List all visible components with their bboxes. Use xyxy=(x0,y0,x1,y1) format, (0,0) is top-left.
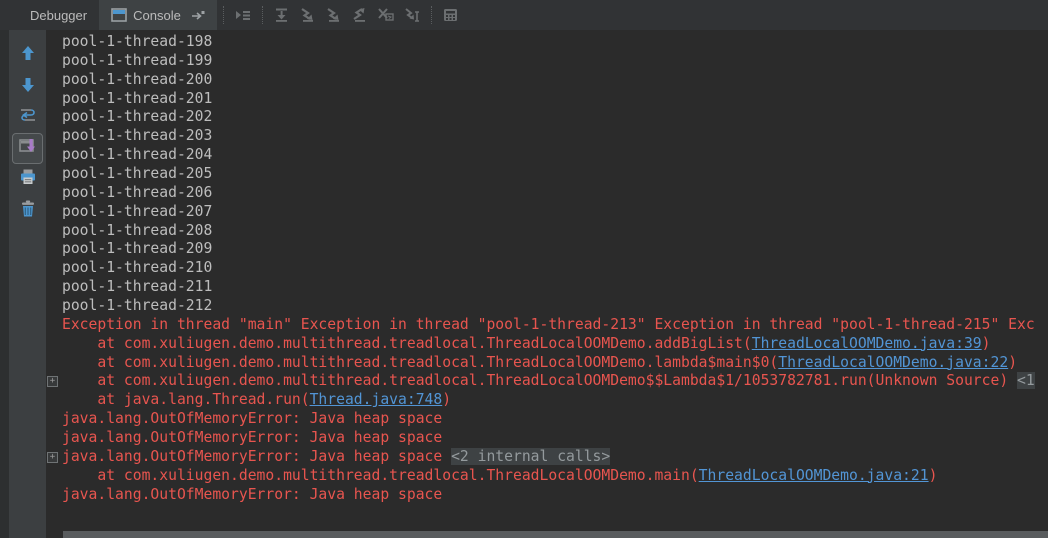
up-the-stack-trace-button[interactable] xyxy=(12,40,43,71)
console-line: at com.xuliugen.demo.multithread.treadlo… xyxy=(46,467,1048,486)
console-line: pool-1-thread-208 xyxy=(46,222,1048,241)
console-line: pool-1-thread-204 xyxy=(46,146,1048,165)
console-text: java.lang.OutOfMemoryError: Java heap sp… xyxy=(62,410,443,428)
console-text: at com.xuliugen.demo.multithread.treadlo… xyxy=(62,372,1018,390)
console-line: pool-1-thread-211 xyxy=(46,278,1048,297)
toolbar-separator xyxy=(222,6,224,24)
console-text: pool-1-thread-205 xyxy=(62,165,213,183)
fold-marker-icon[interactable]: + xyxy=(47,451,58,463)
console-panel[interactable]: pool-1-thread-198 pool-1-thread-199 pool-1… xyxy=(46,30,1048,538)
console-line: + java.lang.OutOfMemoryError: Java heap s… xyxy=(46,447,1048,467)
console-line: Exception in thread "main" Exception in … xyxy=(46,316,1048,335)
console-line: + at com.xuliugen.demo.multithread.tread… xyxy=(46,372,1048,391)
horizontal-scrollbar[interactable] xyxy=(46,530,1048,538)
console-line: java.lang.OutOfMemoryError: Java heap sp… xyxy=(46,410,1048,429)
console-line: at java.lang.Thread.run(Thread.java:748) xyxy=(46,391,1048,410)
down-the-stack-trace-button[interactable] xyxy=(12,71,43,102)
console-line: pool-1-thread-206 xyxy=(46,184,1048,203)
console-icon xyxy=(111,8,127,22)
up-arrow-icon xyxy=(19,44,37,68)
console-text: at java.lang.Thread.run( xyxy=(62,391,310,409)
drop-frame-icon[interactable] xyxy=(373,0,399,30)
console-output: pool-1-thread-198 pool-1-thread-199 pool-1… xyxy=(46,33,1048,504)
console-line: java.lang.OutOfMemoryError: Java heap sp… xyxy=(46,429,1048,448)
console-text: pool-1-thread-204 xyxy=(62,146,213,164)
console-line: pool-1-thread-199 xyxy=(46,52,1048,71)
step-into-icon[interactable] xyxy=(295,0,321,30)
console-text: ) xyxy=(928,466,938,484)
console-line: pool-1-thread-210 xyxy=(46,259,1048,278)
console-line: pool-1-thread-202 xyxy=(46,108,1048,127)
horizontal-scrollbar-thumb[interactable] xyxy=(63,531,1048,538)
console-text: pool-1-thread-212 xyxy=(62,297,213,315)
console-text: <2 internal calls> xyxy=(451,447,611,465)
stacktrace-link[interactable]: ThreadLocalOOMDemo.java:21 xyxy=(699,467,929,484)
fold-marker-icon[interactable]: + xyxy=(47,376,58,388)
console-text: pool-1-thread-211 xyxy=(62,278,213,296)
toolbar-separator xyxy=(261,6,263,24)
console-text: at com.xuliugen.demo.multithread.treadlo… xyxy=(62,466,699,484)
run-to-cursor-icon[interactable] xyxy=(399,0,425,30)
soft-wrap-icon xyxy=(19,106,37,129)
down-arrow-icon xyxy=(19,75,37,99)
step-over-icon[interactable] xyxy=(269,0,295,30)
console-line: at com.xuliugen.demo.multithread.treadlo… xyxy=(46,354,1048,373)
console-line: pool-1-thread-203 xyxy=(46,127,1048,146)
console-text: at com.xuliugen.demo.multithread.treadlo… xyxy=(62,353,779,371)
stacktrace-link[interactable]: ThreadLocalOOMDemo.java:22 xyxy=(778,354,1008,371)
debug-toolbar: Debugger Console xyxy=(0,0,1048,30)
console-line: pool-1-thread-198 xyxy=(46,33,1048,52)
toolbar-separator xyxy=(430,6,432,24)
console-line: pool-1-thread-200 xyxy=(46,71,1048,90)
use-soft-wraps-button[interactable] xyxy=(12,102,43,133)
console-line: pool-1-thread-212 xyxy=(46,297,1048,316)
console-text: Exception in thread "main" Exception in … xyxy=(62,315,1035,333)
scroll-to-the-end-button[interactable] xyxy=(12,133,43,164)
step-out-icon[interactable] xyxy=(347,0,373,30)
console-text: pool-1-thread-209 xyxy=(62,240,213,258)
console-line: pool-1-thread-209 xyxy=(46,240,1048,259)
console-text: java.lang.OutOfMemoryError: Java heap sp… xyxy=(62,429,443,447)
evaluate-expression-icon[interactable] xyxy=(438,0,464,30)
console-text: pool-1-thread-201 xyxy=(62,89,213,107)
console-text: pool-1-thread-198 xyxy=(62,33,213,50)
jump-to-output-arrow-icon xyxy=(191,9,205,21)
console-text: pool-1-thread-206 xyxy=(62,183,213,201)
console-text: pool-1-thread-202 xyxy=(62,108,213,126)
console-line: pool-1-thread-201 xyxy=(46,90,1048,109)
debug-tool-window: Debugger Console pool-1-thread-198 pool-… xyxy=(0,0,1048,538)
console-text: pool-1-thread-207 xyxy=(62,202,213,220)
tab-debugger[interactable]: Debugger xyxy=(18,0,99,30)
tab-debugger-label: Debugger xyxy=(30,7,88,23)
tab-console[interactable]: Console xyxy=(99,0,217,30)
console-line: at com.xuliugen.demo.multithread.treadlo… xyxy=(46,335,1048,354)
tab-console-label: Console xyxy=(133,7,181,23)
console-line: java.lang.OutOfMemoryError: Java heap sp… xyxy=(46,486,1048,505)
console-text: <1 xyxy=(1017,372,1035,390)
console-line: pool-1-thread-207 xyxy=(46,203,1048,222)
scroll-to-end-icon xyxy=(18,137,38,160)
console-text: pool-1-thread-208 xyxy=(62,221,213,239)
console-side-toolbar xyxy=(9,30,46,538)
console-text: java.lang.OutOfMemoryError: Java heap sp… xyxy=(62,485,443,503)
console-text: ) xyxy=(442,391,452,409)
force-step-into-icon[interactable] xyxy=(321,0,347,30)
print-button[interactable] xyxy=(12,164,43,195)
console-text: pool-1-thread-199 xyxy=(62,51,213,69)
console-text: at com.xuliugen.demo.multithread.treadlo… xyxy=(62,334,752,352)
show-execution-point-icon[interactable] xyxy=(230,0,256,30)
console-text: ) xyxy=(981,334,991,352)
printer-icon xyxy=(19,168,37,191)
console-text: pool-1-thread-203 xyxy=(62,127,213,145)
tool-window-stripe xyxy=(0,30,9,538)
console-text: ) xyxy=(1008,353,1018,371)
console-text: java.lang.OutOfMemoryError: Java heap sp… xyxy=(62,447,452,465)
console-line: pool-1-thread-205 xyxy=(46,165,1048,184)
stacktrace-link[interactable]: Thread.java:748 xyxy=(310,391,443,408)
stacktrace-link[interactable]: ThreadLocalOOMDemo.java:39 xyxy=(752,335,982,352)
clear-all-button[interactable] xyxy=(12,195,43,226)
console-text: pool-1-thread-210 xyxy=(62,259,213,277)
console-text: pool-1-thread-200 xyxy=(62,70,213,88)
trash-icon xyxy=(19,199,37,223)
